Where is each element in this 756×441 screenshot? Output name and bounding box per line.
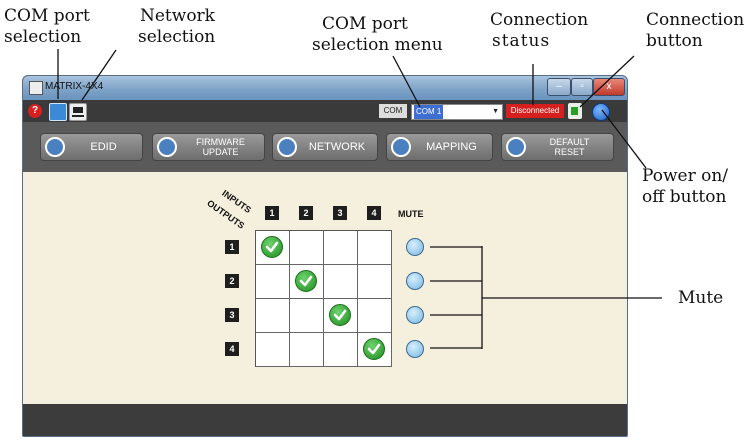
callout-lines <box>57 49 662 349</box>
